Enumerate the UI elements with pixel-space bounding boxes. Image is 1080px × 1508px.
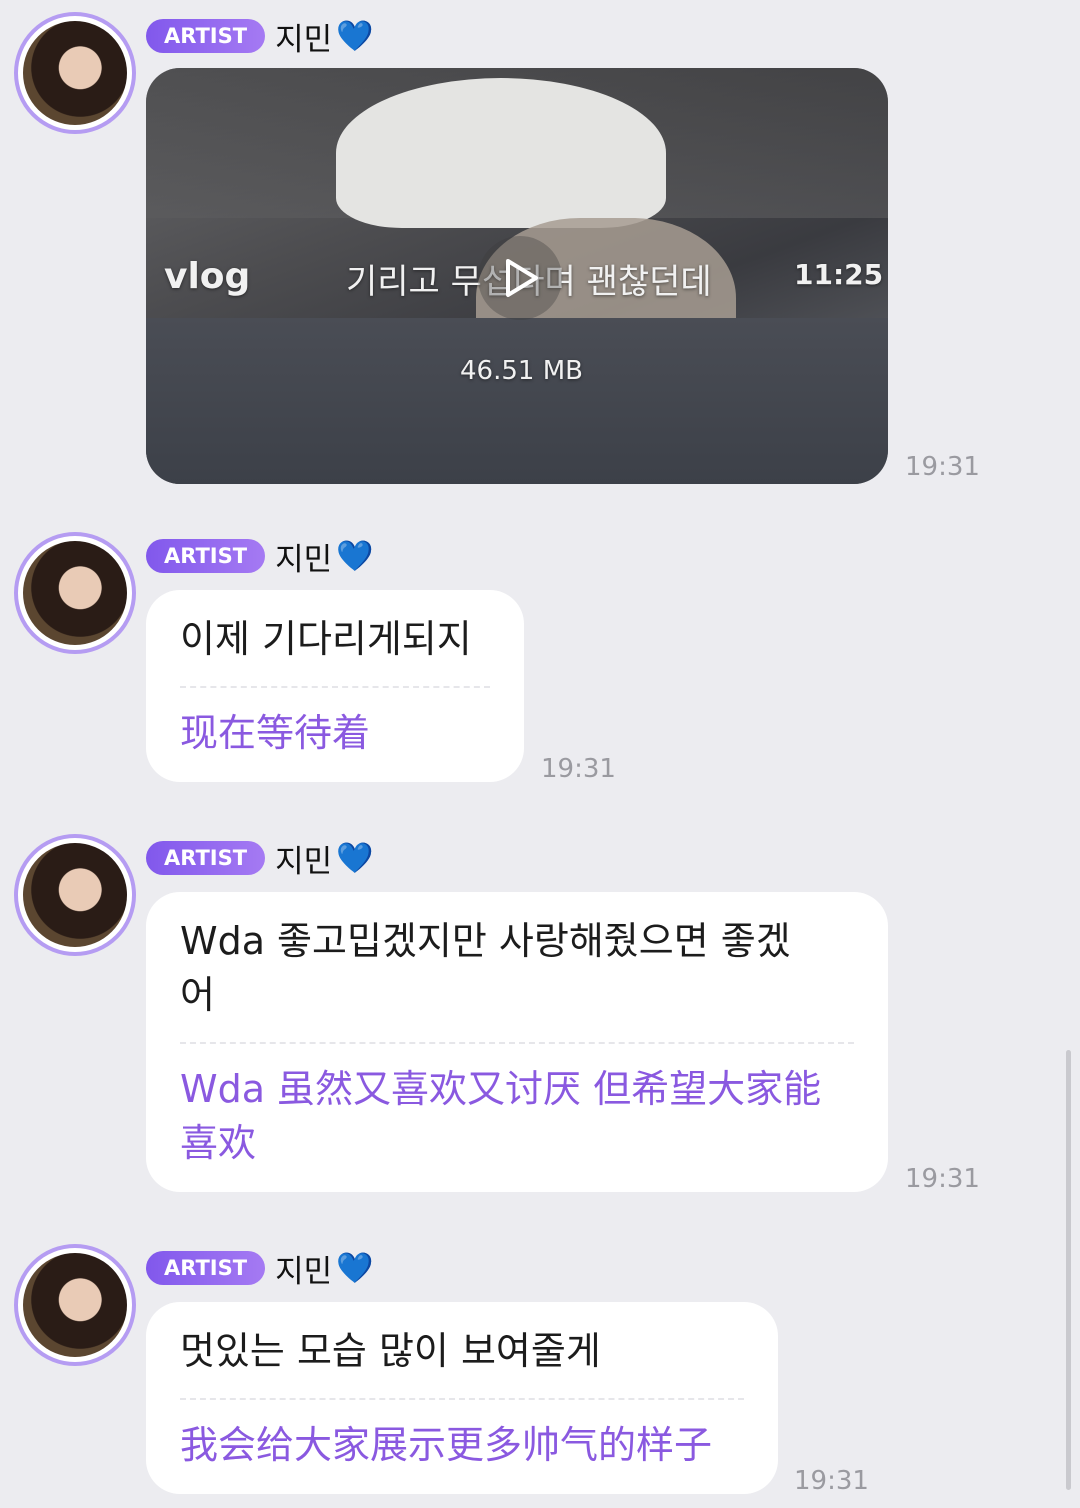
- heart-icon: 💙: [336, 1250, 374, 1286]
- sender-header: ARTIST 지민 💙: [146, 838, 374, 880]
- message-text-korean: Wda 좋고밉겠지만 사랑해줬으면 좋겠 어: [180, 919, 791, 1017]
- sender-name: 지민: [275, 21, 333, 58]
- message-bubble[interactable]: 이제 기다리게되지 现在等待着: [146, 590, 524, 782]
- timestamp: 19:31: [905, 1164, 980, 1194]
- heart-icon: 💙: [336, 18, 374, 54]
- timestamp: 19:31: [905, 452, 980, 482]
- artist-badge: ARTIST: [146, 19, 266, 53]
- heart-icon: 💙: [336, 538, 374, 574]
- message-bubble[interactable]: 멋있는 모습 많이 보여줄게 我会给大家展示更多帅气的样子: [146, 1302, 778, 1494]
- sender-name: 지민: [275, 843, 333, 880]
- vlog-label: vlog: [164, 256, 251, 297]
- message-text-translation: 我会给大家展示更多帅气的样子: [180, 1423, 713, 1467]
- sender-header: ARTIST 지민 💙: [146, 1248, 374, 1290]
- cap-image: [336, 78, 666, 228]
- sender-header: ARTIST 지민 💙: [146, 536, 374, 578]
- artist-badge: ARTIST: [146, 841, 266, 875]
- message-text-korean: 이제 기다리게되지: [180, 617, 472, 661]
- play-icon: [506, 259, 538, 297]
- play-button[interactable]: [478, 236, 562, 320]
- video-size: 46.51 MB: [460, 356, 583, 386]
- avatar[interactable]: [14, 834, 136, 956]
- timestamp: 19:31: [794, 1466, 869, 1496]
- artist-badge: ARTIST: [146, 539, 266, 573]
- avatar[interactable]: [14, 532, 136, 654]
- heart-icon: 💙: [336, 840, 374, 876]
- sender-name: 지민: [275, 1253, 333, 1290]
- message-text-translation: 现在等待着: [180, 711, 371, 755]
- message-bubble[interactable]: Wda 좋고밉겠지만 사랑해줬으면 좋겠 어 Wda 虽然又喜欢又讨厌 但希望大…: [146, 892, 888, 1192]
- artist-badge: ARTIST: [146, 1251, 266, 1285]
- message-text-translation: Wda 虽然又喜欢又讨厌 但希望大家能 喜欢: [180, 1067, 822, 1165]
- scrollbar[interactable]: [1066, 1050, 1071, 1490]
- avatar[interactable]: [14, 1244, 136, 1366]
- sender-name: 지민: [275, 541, 333, 578]
- video-thumbnail[interactable]: vlog 기리고 무섭다며 괜찮던데 11:25 46.51 MB: [146, 68, 888, 484]
- sender-header: ARTIST 지민 💙: [146, 16, 374, 58]
- message-text-korean: 멋있는 모습 많이 보여줄게: [180, 1329, 601, 1373]
- avatar[interactable]: [14, 12, 136, 134]
- video-duration: 11:25: [794, 258, 884, 291]
- timestamp: 19:31: [541, 754, 616, 784]
